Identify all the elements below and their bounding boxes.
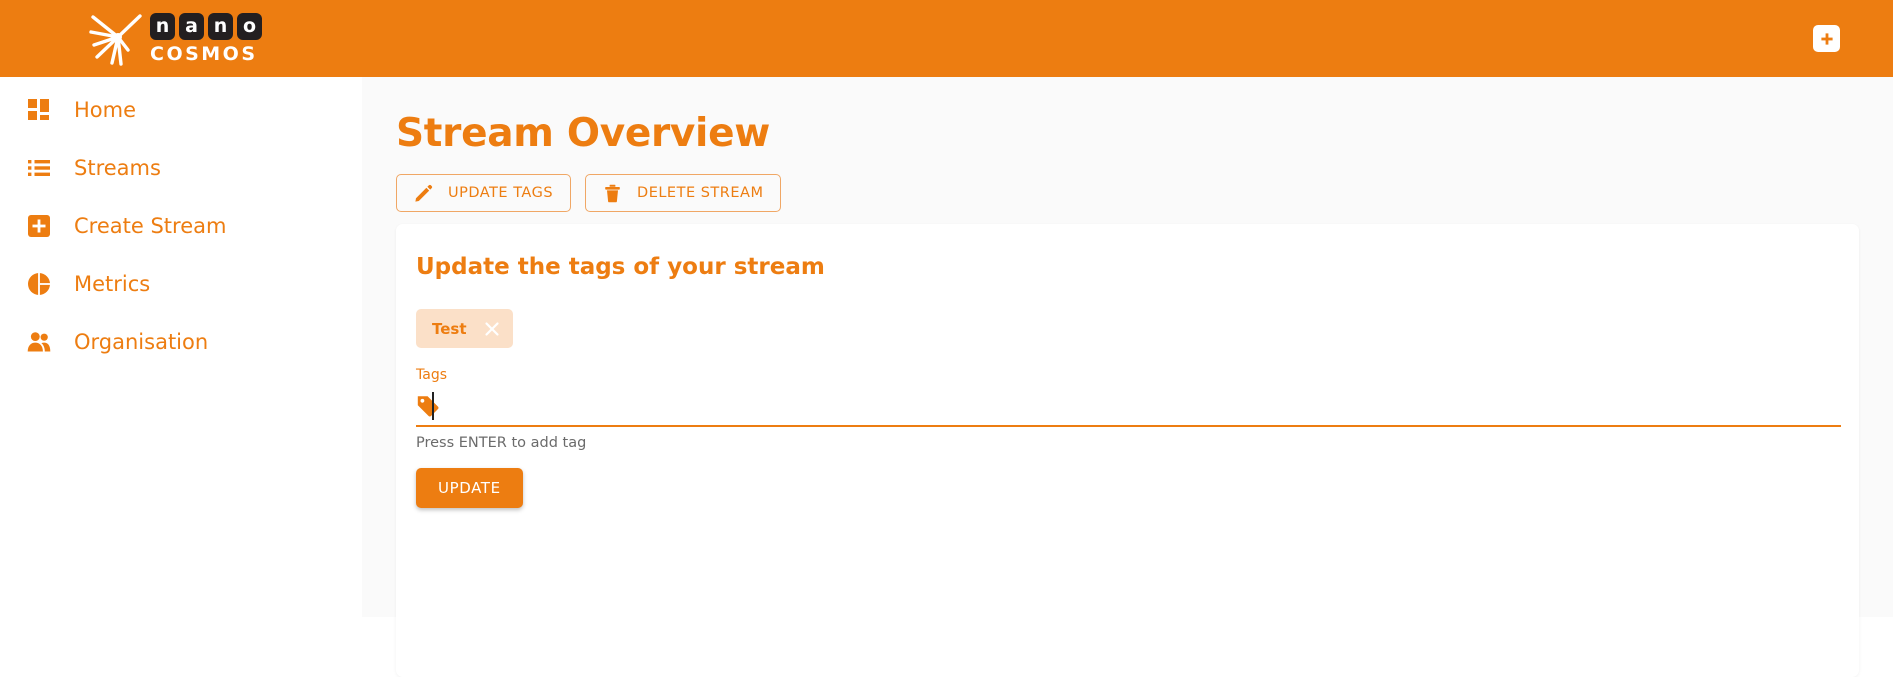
sidebar-item-create-stream[interactable]: Create Stream	[0, 197, 362, 255]
delete-stream-button-label: DELETE STREAM	[637, 185, 764, 201]
logo-nano-text: n a n o	[150, 13, 262, 40]
page-title: Stream Overview	[396, 111, 770, 156]
tag-chip-list: Test	[416, 309, 513, 348]
tags-field-label: Tags	[416, 367, 447, 383]
plus-square-icon	[26, 213, 52, 239]
delete-stream-button[interactable]: DELETE STREAM	[585, 174, 782, 212]
sidebar-item-organisation[interactable]: Organisation	[0, 313, 362, 371]
plus-icon	[1820, 32, 1833, 45]
close-x-icon[interactable]	[482, 319, 502, 339]
pie-chart-icon	[26, 271, 52, 297]
list-icon	[26, 155, 52, 181]
sidebar-item-streams[interactable]: Streams	[0, 139, 362, 197]
logo-letter: a	[179, 13, 204, 40]
update-tags-card: Update the tags of your stream Test Tags	[396, 224, 1859, 677]
sidebar-item-label: Organisation	[74, 330, 209, 354]
top-header-bar: n a n o COSMOS	[0, 0, 1893, 77]
sidebar-navigation: Home Streams Create Stream Metrics Organ…	[0, 77, 362, 617]
starburst-icon	[89, 14, 142, 66]
people-icon	[26, 329, 52, 355]
tag-chip-label: Test	[432, 319, 467, 338]
logo-letter: o	[237, 13, 262, 40]
update-tags-button-label: UPDATE TAGS	[448, 185, 554, 201]
sidebar-item-label: Create Stream	[74, 214, 227, 238]
logo-cosmos-text: COSMOS	[150, 43, 258, 65]
tag-chip[interactable]: Test	[416, 309, 513, 348]
logo-letter: n	[150, 13, 175, 40]
tags-field-hint: Press ENTER to add tag	[416, 435, 587, 451]
tags-input[interactable]	[452, 391, 1841, 421]
dashboard-grid-icon	[26, 97, 52, 123]
brand-logo[interactable]: n a n o COSMOS	[88, 11, 262, 67]
sidebar-item-home[interactable]: Home	[0, 81, 362, 139]
sidebar-item-label: Home	[74, 98, 137, 122]
action-button-row: UPDATE TAGS DELETE STREAM	[396, 174, 782, 212]
trash-icon	[603, 184, 622, 203]
add-stream-button[interactable]	[1813, 25, 1840, 52]
tags-input-row[interactable]	[416, 387, 1841, 427]
sidebar-item-label: Metrics	[74, 272, 151, 296]
sidebar-item-metrics[interactable]: Metrics	[0, 255, 362, 313]
update-tags-button[interactable]: UPDATE TAGS	[396, 174, 572, 212]
update-submit-button[interactable]: UPDATE	[416, 468, 523, 508]
pencil-icon	[414, 184, 433, 203]
sidebar-item-label: Streams	[74, 156, 161, 180]
card-title: Update the tags of your stream	[416, 254, 825, 280]
logo-letter: n	[208, 13, 233, 40]
text-cursor	[432, 392, 434, 420]
tag-icon	[416, 394, 440, 418]
main-content-area: Stream Overview UPDATE TAGS DELETE STREA…	[362, 77, 1893, 677]
